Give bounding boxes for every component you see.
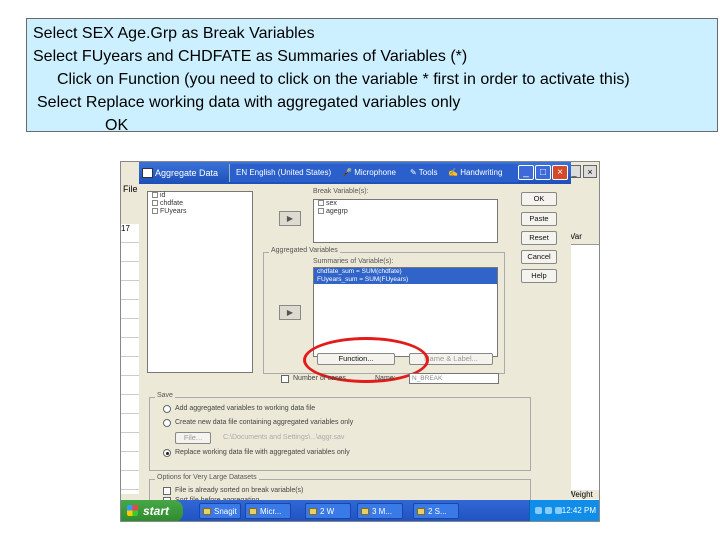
move-to-summaries-button[interactable]: ▶ (279, 305, 301, 320)
language-indicator[interactable]: EN English (United States) (236, 168, 331, 177)
dialog-app-icon (142, 168, 153, 178)
taskbar: start Snagit Micr... 2 W 3 M... 2 S... 1… (121, 500, 599, 521)
bg-status-weight: Weight (568, 490, 599, 499)
variable-icon (152, 192, 158, 199)
dialog-title: Aggregate Data (155, 168, 219, 178)
close-icon[interactable]: × (552, 165, 568, 180)
taskbar-item-microsoft[interactable]: Micr... (245, 503, 291, 519)
cancel-button[interactable]: Cancel (521, 250, 557, 264)
summaries-label: Summaries of Variable(s): (313, 258, 394, 265)
aggregate-data-dialog: id chdfate FUyears Break Variable(s): ▶ … (139, 184, 571, 511)
instruction-box: Select SEX Age.Grp as Break Variables Se… (26, 18, 718, 134)
bg-right-columns: Var Weight (567, 232, 599, 502)
app-icon (417, 508, 425, 515)
already-sorted-label: File is already sorted on break variable… (175, 487, 304, 494)
instruction-line-2: Select FUyears and CHDFATE as Summaries … (33, 48, 468, 65)
tools-button[interactable]: ✎ Tools (410, 168, 437, 177)
bg-menu-file[interactable]: File (123, 184, 138, 194)
tray-icon[interactable] (545, 507, 552, 514)
bg-column-header-var[interactable]: Var (568, 232, 599, 245)
replace-working-data-label: Replace working data file with aggregate… (175, 449, 350, 456)
file-path-label: C:\Documents and Settings\...\aggr.sav (223, 434, 345, 441)
variable-icon (318, 200, 324, 207)
taskbar-item-m[interactable]: 3 M... (357, 503, 403, 519)
add-aggregated-label: Add aggregated variables to working data… (175, 405, 316, 412)
already-sorted-checkbox[interactable] (163, 487, 171, 495)
instruction-line-1: Select SEX Age.Grp as Break Variables (33, 25, 315, 42)
summary-item[interactable]: FUyears_sum = SUM(FUyears) (314, 276, 497, 284)
maximize-icon[interactable]: □ (535, 165, 551, 180)
file-button[interactable]: File... (175, 432, 211, 444)
source-variable-item[interactable]: FUyears (148, 208, 252, 216)
app-icon (203, 508, 211, 515)
windows-flag-icon (127, 505, 138, 516)
create-new-file-radio[interactable] (163, 419, 171, 427)
save-group-label: Save (155, 392, 175, 399)
screenshot: File 17 Var Weight _ × Aggregate Data EN… (120, 161, 600, 522)
paste-button[interactable]: Paste (521, 212, 557, 226)
break-variable-item[interactable]: sex (314, 200, 497, 208)
variable-icon (318, 208, 324, 215)
microphone-label: Microphone (354, 168, 396, 177)
dialog-titlebar[interactable]: Aggregate Data EN English (United States… (139, 162, 571, 184)
app-icon (309, 508, 317, 515)
variable-icon (152, 200, 158, 207)
tools-label: Tools (418, 168, 438, 177)
minimize-icon[interactable]: _ (518, 165, 534, 180)
taskbar-item-snagit[interactable]: Snagit (199, 503, 241, 519)
microphone-button[interactable]: 🎤 Microphone (342, 168, 396, 177)
source-variable-list[interactable]: id chdfate FUyears (147, 191, 253, 373)
app-icon (249, 508, 257, 515)
ok-button[interactable]: OK (521, 192, 557, 206)
instruction-line-4: Select Replace working data with aggrega… (37, 94, 461, 111)
summary-item[interactable]: chdfate_sum = SUM(chdfate) (314, 268, 497, 276)
number-of-cases-checkbox[interactable] (281, 375, 289, 383)
number-of-cases-name-label: Name: (375, 375, 396, 382)
source-variable-item[interactable]: chdfate (148, 200, 252, 208)
source-variable-item[interactable]: id (148, 192, 252, 200)
taskbar-clock: 12:42 PM (561, 506, 596, 515)
taskbar-item-word[interactable]: 2 W (305, 503, 351, 519)
create-new-file-label: Create new data file containing aggregat… (175, 419, 354, 426)
reset-button[interactable]: Reset (521, 231, 557, 245)
add-aggregated-radio[interactable] (163, 405, 171, 413)
large-datasets-group-label: Options for Very Large Datasets (155, 474, 259, 481)
tray-icon[interactable] (535, 507, 542, 514)
instruction-line-3: Click on Function (you need to click on … (57, 71, 630, 88)
handwriting-label: Handwriting (460, 168, 503, 177)
bg-close-icon[interactable]: × (583, 165, 597, 178)
move-to-break-button[interactable]: ▶ (279, 211, 301, 226)
start-label: start (143, 504, 170, 518)
break-variable-item[interactable]: agegrp (314, 208, 497, 216)
break-variables-label: Break Variable(s): (313, 188, 369, 195)
app-icon (361, 508, 369, 515)
number-of-cases-name-input[interactable]: N_BREAK (409, 373, 499, 384)
language-bar: EN English (United States) 🎤 Microphone … (229, 164, 518, 182)
start-button[interactable]: start (121, 500, 183, 521)
aggregated-variables-group-label: Aggregated Variables (269, 247, 340, 254)
break-variable-list[interactable]: sex agegrp (313, 199, 498, 243)
replace-working-data-radio[interactable] (163, 449, 171, 457)
help-button[interactable]: Help (521, 269, 557, 283)
instruction-line-5: OK (105, 117, 129, 134)
variable-icon (152, 208, 158, 215)
taskbar-item-s[interactable]: 2 S... (413, 503, 459, 519)
system-tray: 12:42 PM (529, 500, 599, 521)
number-of-cases-label: Number of cases (293, 375, 346, 382)
handwriting-button[interactable]: ✍ Handwriting (448, 168, 502, 177)
